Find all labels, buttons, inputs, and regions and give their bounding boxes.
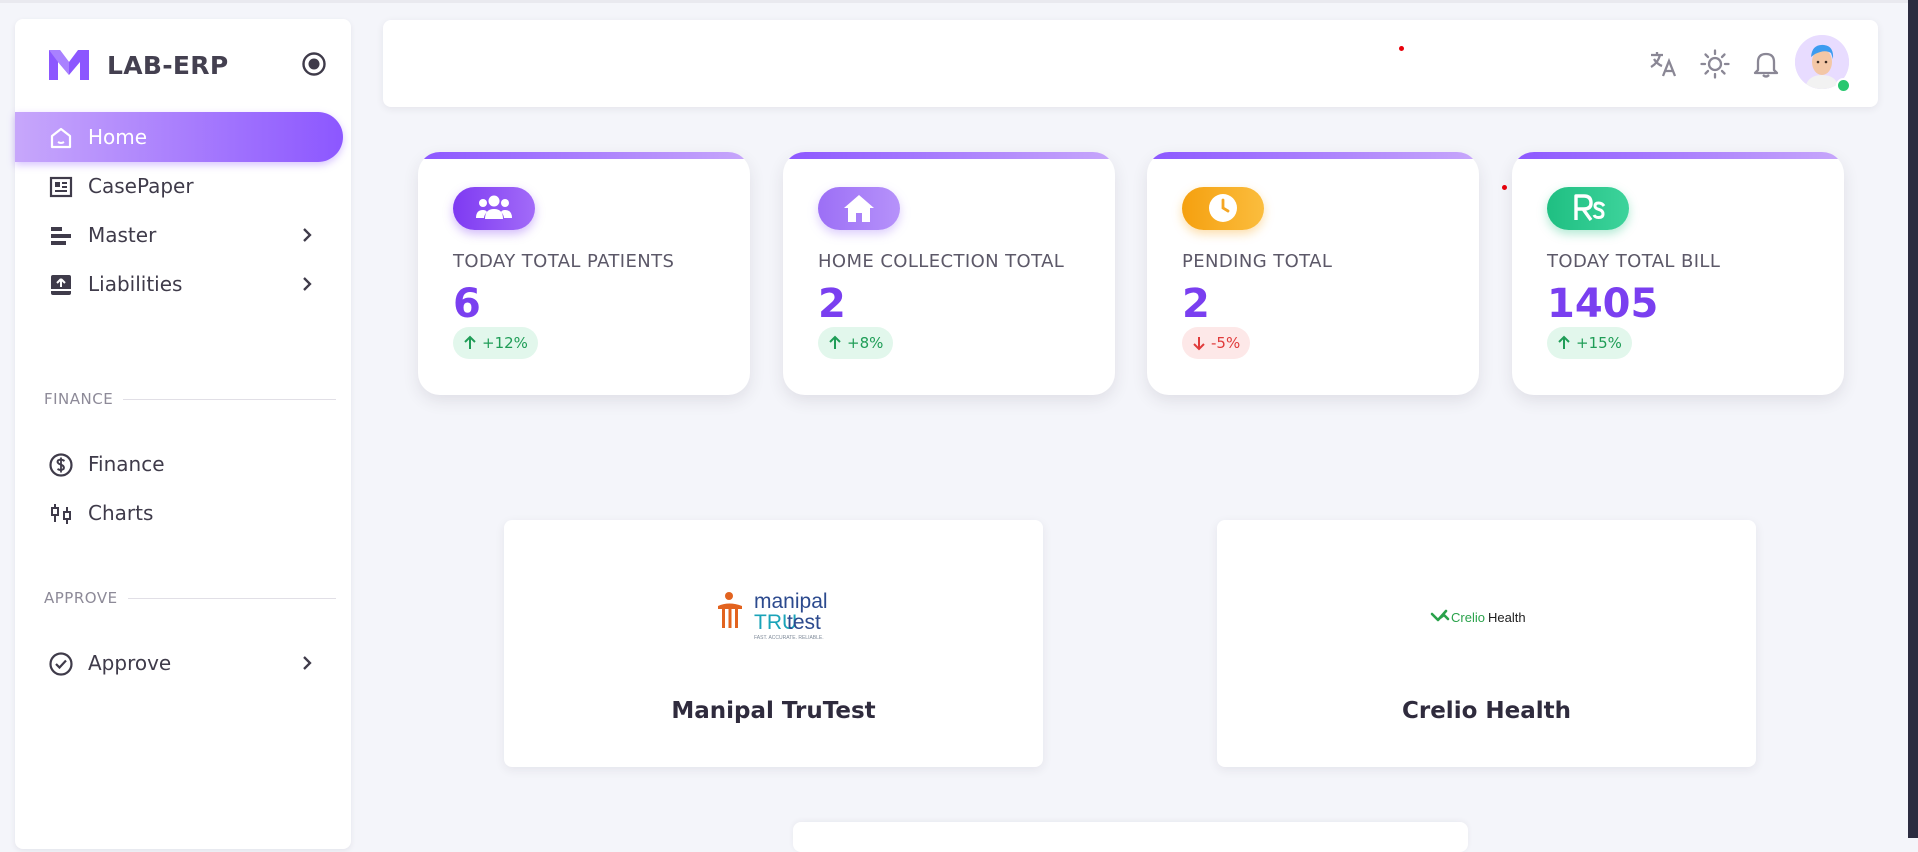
sun-icon[interactable] — [1699, 48, 1731, 80]
clock-icon — [1209, 194, 1237, 222]
partner-card-manipal[interactable]: manipal TRU test FAST. ACCURATE. RELIABL… — [504, 520, 1043, 767]
brand[interactable]: LAB-ERP — [47, 45, 228, 85]
icon-badge — [1547, 187, 1629, 230]
arrow-up-icon — [829, 335, 841, 349]
align-left-icon — [51, 227, 71, 245]
stat-value: 2 — [818, 281, 846, 327]
sidebar-item-label: Liabilities — [88, 272, 183, 296]
logo-tagline: FAST. ACCURATE. RELIABLE. — [754, 635, 824, 641]
sidebar-item-liabilities[interactable]: Liabilities — [15, 259, 343, 309]
logo-word-health: Health — [1488, 610, 1526, 625]
crelio-health-logo: Crelio Health — [1430, 609, 1526, 625]
stat-card-patients[interactable]: TODAY TOTAL PATIENTS 6 +12% — [418, 152, 750, 395]
partner-name: Crelio Health — [1401, 698, 1572, 724]
stat-title: TODAY TOTAL PATIENTS — [453, 251, 675, 272]
sidebar-item-approve[interactable]: Approve — [15, 638, 343, 688]
stat-card-home-collection[interactable]: HOME COLLECTION TOTAL 2 +8% — [783, 152, 1115, 395]
sidebar-item-home[interactable]: Home — [15, 112, 343, 162]
red-dot-marker — [1502, 185, 1507, 190]
trend-value: +12% — [482, 334, 528, 352]
sidebar-item-casepaper[interactable]: CasePaper — [15, 161, 343, 211]
section-header-approve: APPROVE — [44, 589, 336, 607]
sidebar-item-label: Approve — [88, 651, 172, 675]
upload-box-icon — [51, 275, 71, 295]
stat-value: 1405 — [1547, 281, 1659, 327]
house-icon — [844, 195, 874, 222]
partner-card-crelio[interactable]: Crelio Health Crelio Health — [1217, 520, 1756, 767]
brand-logo-icon — [49, 50, 89, 80]
arrow-up-icon — [464, 335, 476, 349]
chevron-right-icon — [303, 277, 312, 291]
candlestick-icon — [51, 504, 71, 524]
partner-name: Manipal TruTest — [671, 698, 876, 724]
sidebar-item-label: Charts — [88, 501, 154, 525]
sidebar: LAB-ERP Home CasePaper Master Liabilitie… — [15, 19, 351, 849]
sidebar-item-master[interactable]: Master — [15, 210, 343, 260]
stat-title: HOME COLLECTION TOTAL — [818, 251, 1065, 272]
icon-badge — [1182, 187, 1264, 230]
trend-badge: +15% — [1547, 327, 1632, 359]
stat-card-pending[interactable]: PENDING TOTAL 2 -5% — [1147, 152, 1479, 395]
trend-value: -5% — [1211, 334, 1241, 352]
sidebar-item-label: Home — [88, 125, 148, 149]
top-navbar — [383, 20, 1878, 107]
home-icon — [50, 127, 72, 149]
sidebar-item-charts[interactable]: Charts — [15, 488, 343, 538]
chevron-right-icon — [303, 656, 312, 670]
stat-value: 6 — [453, 281, 481, 327]
section-divider — [123, 398, 336, 400]
section-header-finance: FINANCE — [44, 390, 336, 408]
sidebar-item-label: CasePaper — [88, 174, 194, 198]
sidebar-item-finance[interactable]: Finance — [15, 439, 343, 489]
icon-badge — [453, 187, 535, 230]
arrow-up-icon — [1558, 335, 1570, 349]
logo-word-test: test — [787, 611, 821, 634]
stat-card-total-bill[interactable]: TODAY TOTAL BILL 1405 +15% — [1512, 152, 1844, 395]
rupee-icon — [1574, 194, 1606, 221]
dollar-circle-icon — [49, 453, 73, 477]
online-status-indicator — [1836, 78, 1851, 93]
trend-badge: -5% — [1182, 327, 1251, 359]
section-divider — [127, 597, 336, 599]
users-icon — [476, 195, 512, 219]
section-title: FINANCE — [44, 390, 114, 408]
translate-icon[interactable] — [1647, 48, 1679, 80]
card-accent-bar — [783, 152, 1115, 159]
chevron-right-icon — [303, 228, 312, 242]
logo-word-manipal: manipal — [754, 590, 828, 613]
logo-word-crelio: Crelio — [1451, 610, 1485, 625]
trend-value: +8% — [847, 334, 884, 352]
check-circle-icon — [49, 652, 73, 676]
trend-badge: +12% — [453, 327, 538, 359]
trend-badge: +8% — [818, 327, 894, 359]
window-top-edge — [0, 0, 1918, 3]
brand-name: LAB-ERP — [107, 50, 229, 80]
radio-toggle-icon[interactable] — [301, 51, 327, 77]
partner-card-partial[interactable] — [793, 822, 1468, 852]
newspaper-icon — [49, 176, 73, 198]
bell-icon[interactable] — [1750, 48, 1782, 80]
card-accent-bar — [418, 152, 750, 159]
sidebar-item-label: Master — [88, 223, 157, 247]
sidebar-item-label: Finance — [88, 452, 165, 476]
card-accent-bar — [1147, 152, 1479, 159]
card-accent-bar — [1512, 152, 1844, 159]
red-dot-marker — [1399, 46, 1404, 51]
section-title: APPROVE — [44, 589, 118, 607]
stat-title: PENDING TOTAL — [1182, 251, 1333, 272]
manipal-trutest-logo: manipal TRU test FAST. ACCURATE. RELIABL… — [718, 590, 828, 641]
trend-value: +15% — [1576, 334, 1622, 352]
window-edge — [1908, 0, 1918, 838]
icon-badge — [818, 187, 900, 230]
arrow-down-icon — [1193, 337, 1205, 351]
stat-value: 2 — [1182, 281, 1210, 327]
stat-title: TODAY TOTAL BILL — [1547, 251, 1721, 272]
